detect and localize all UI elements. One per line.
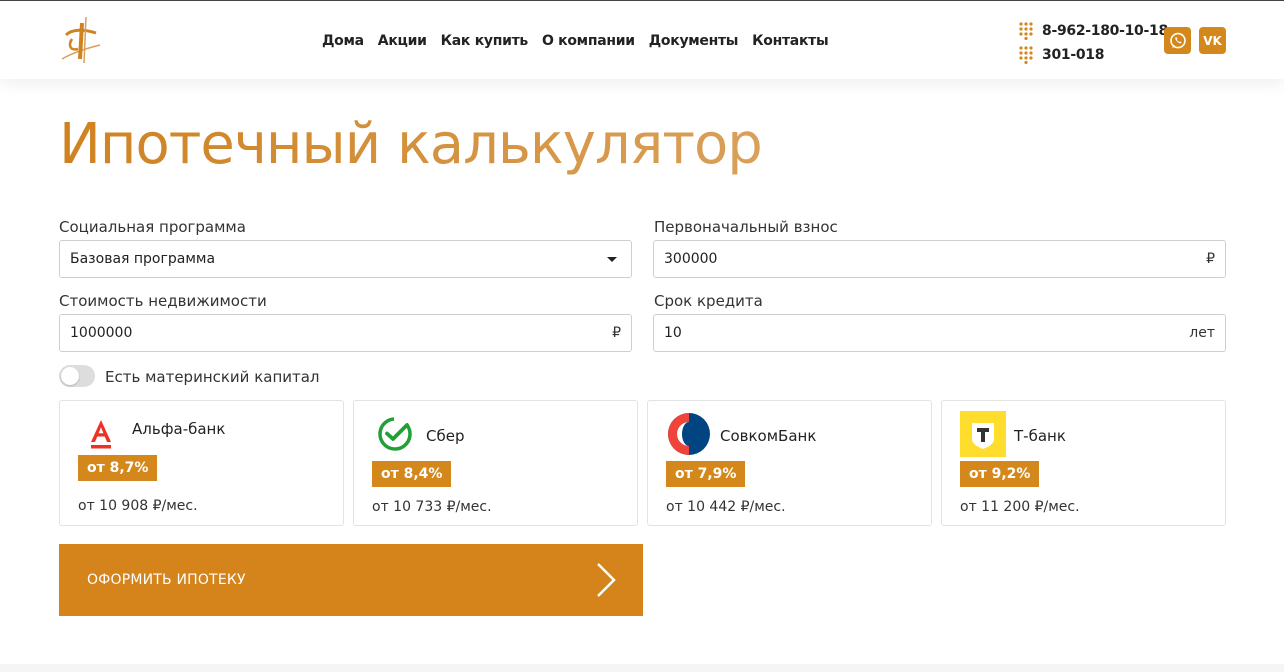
program-select-value: Базовая программа (70, 251, 216, 267)
sber-logo-icon (372, 411, 418, 457)
program-label: Социальная программа (59, 218, 246, 236)
page-title: Ипотечный калькулятор (59, 112, 763, 177)
bank-monthly-payment: от 10 908 ₽/мес. (78, 498, 198, 514)
chevron-right-icon (597, 563, 616, 597)
bank-card-sovcom[interactable]: СовкомБанк от 7,9% от 10 442 ₽/мес. (647, 400, 932, 526)
apply-mortgage-button[interactable]: ОФОРМИТЬ ИПОТЕКУ (59, 544, 643, 616)
ruble-suffix: ₽ (1206, 251, 1215, 267)
bank-monthly-payment: от 11 200 ₽/мес. (960, 499, 1080, 515)
phone-number-1: 8-962-180-10-18 (1042, 23, 1168, 39)
down-payment-value: 300000 (664, 251, 718, 267)
bank-name: Альфа-банк (132, 420, 226, 438)
vk-button[interactable]: VK (1199, 27, 1226, 54)
phone-number-2: 301-018 (1042, 47, 1105, 63)
term-value: 10 (664, 325, 682, 341)
ruble-suffix: ₽ (612, 325, 621, 341)
toggle-knob (61, 367, 79, 385)
maternity-capital-toggle[interactable] (59, 365, 95, 387)
alfa-bank-logo-icon (78, 411, 124, 457)
footer-strip (0, 664, 1284, 672)
price-value: 1000000 (70, 325, 133, 341)
bank-rate-badge: от 8,4% (372, 461, 452, 487)
bank-name: СовкомБанк (720, 427, 817, 445)
phone-dialpad-icon (1019, 22, 1033, 40)
phone-row-1[interactable]: 8-962-180-10-18 (1019, 19, 1168, 43)
site-header: Дома Акции Как купить О компании Докумен… (0, 1, 1284, 79)
nav-item-contacts[interactable]: Контакты (752, 33, 828, 49)
bank-card-sber[interactable]: Сбер от 8,4% от 10 733 ₽/мес. (353, 400, 638, 526)
phone-list: 8-962-180-10-18 301-018 (1019, 19, 1168, 67)
sovcombank-logo-icon (666, 411, 712, 457)
main-nav: Дома Акции Как купить О компании Докумен… (322, 33, 829, 49)
bank-monthly-payment: от 10 442 ₽/мес. (666, 499, 786, 515)
down-payment-input[interactable]: 300000 ₽ (653, 240, 1226, 278)
price-input[interactable]: 1000000 ₽ (59, 314, 632, 352)
nav-item-how-to-buy[interactable]: Как купить (441, 33, 529, 49)
bank-rate-badge: от 7,9% (666, 461, 746, 487)
phone-row-2[interactable]: 301-018 (1019, 43, 1168, 67)
nav-item-documents[interactable]: Документы (649, 33, 739, 49)
bank-name: Т-банк (1014, 427, 1066, 445)
maternity-capital-label: Есть материнский капитал (105, 368, 320, 386)
nav-item-about[interactable]: О компании (542, 33, 635, 49)
term-label: Срок кредита (654, 292, 763, 310)
nav-item-promotions[interactable]: Акции (378, 33, 427, 49)
bank-card-tbank[interactable]: Т-банк от 9,2% от 11 200 ₽/мес. (941, 400, 1226, 526)
bank-card-alfa[interactable]: Альфа-банк от 8,7% от 10 908 ₽/мес. (59, 400, 344, 526)
price-label: Стоимость недвижимости (59, 292, 267, 310)
term-input[interactable]: 10 лет (653, 314, 1226, 352)
nav-item-homes[interactable]: Дома (322, 33, 364, 49)
bank-name: Сбер (426, 427, 465, 445)
chevron-down-icon (607, 256, 617, 262)
vk-icon: VK (1203, 33, 1222, 48)
whatsapp-button[interactable] (1164, 27, 1191, 54)
phone-dialpad-icon (1019, 46, 1033, 64)
tbank-logo-icon (960, 411, 1006, 457)
company-logo[interactable] (58, 13, 104, 67)
bank-rate-badge: от 9,2% (960, 461, 1040, 487)
whatsapp-icon (1169, 32, 1186, 48)
bank-monthly-payment: от 10 733 ₽/мес. (372, 499, 492, 515)
apply-mortgage-label: ОФОРМИТЬ ИПОТЕКУ (87, 572, 246, 588)
years-suffix: лет (1189, 325, 1215, 341)
bank-rate-badge: от 8,7% (78, 455, 158, 481)
down-payment-label: Первоначальный взнос (654, 218, 838, 236)
program-select[interactable]: Базовая программа (59, 240, 632, 278)
